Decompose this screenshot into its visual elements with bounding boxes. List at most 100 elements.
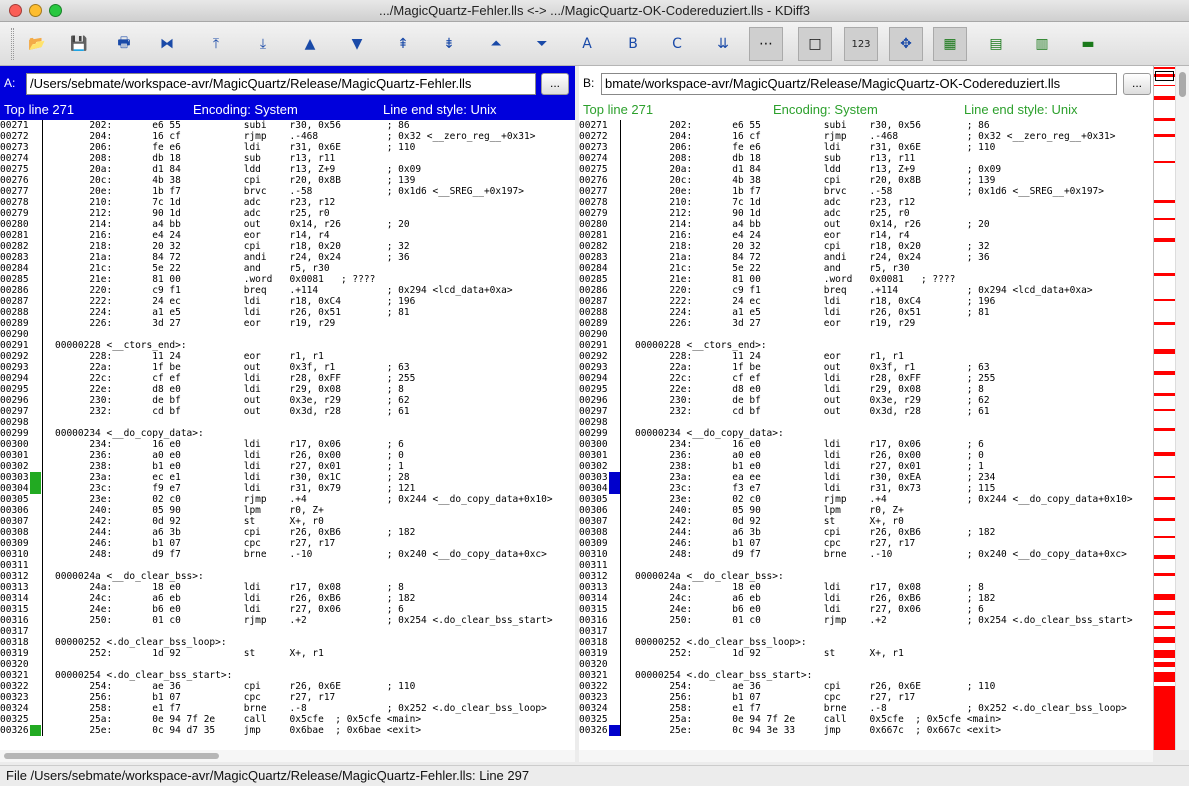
line-text: 22a: 1f be out 0x3f, r1 ; 63 (635, 362, 990, 373)
overview-diff-block (1154, 555, 1175, 559)
select-b-icon[interactable]: B (616, 27, 650, 61)
line-number: 00297 (0, 406, 29, 417)
line-text: 218: 20 32 cpi r18, 0x20 ; 32 (55, 241, 410, 252)
select-c-icon[interactable]: C (660, 27, 694, 61)
word-wrap-icon[interactable]: ✥ (889, 27, 923, 61)
line-number: 00319 (0, 648, 29, 659)
show-whitespace-chars-icon[interactable]: □ (798, 27, 832, 61)
code-line: 00295 22e: d8 e0 ldi r29, 0x08 ; 8 (579, 384, 1153, 395)
gutter-line (42, 252, 43, 263)
line-text: 240: 05 90 lpm r0, Z+ (55, 505, 324, 516)
line-number: 00275 (0, 164, 29, 175)
pane-b-browse-button[interactable]: ... (1123, 73, 1151, 95)
line-number: 00299 (579, 428, 608, 439)
diff-marker (609, 351, 620, 362)
line-number: 00316 (579, 615, 608, 626)
diff-marker (30, 186, 41, 197)
pane-b-horizontal-scrollbar[interactable] (579, 750, 1153, 762)
line-text: 236: a0 e0 ldi r26, 0x00 ; 0 (55, 450, 404, 461)
prev-conflict-icon[interactable]: ⇞ (386, 27, 420, 61)
diff-marker (30, 395, 41, 406)
minimize-window-button[interactable] (29, 4, 42, 17)
overview-diff-block (1154, 67, 1175, 69)
gutter-line (620, 549, 621, 560)
code-line: 00289 226: 3d 27 eor r19, r29 (579, 318, 1153, 329)
line-text: 23c: f3 e7 ldi r31, 0x73 ; 115 (635, 483, 996, 494)
toolbar-grip[interactable] (11, 28, 14, 60)
code-line: 00293 22a: 1f be out 0x3f, r1 ; 63 (0, 362, 575, 373)
gutter-line (42, 285, 43, 296)
line-number: 00304 (579, 483, 608, 494)
gutter-line (42, 483, 43, 494)
line-number: 00281 (579, 230, 608, 241)
pane-a-horizontal-scrollbar[interactable] (0, 750, 575, 762)
current-diff-icon[interactable]: ⧓ (150, 27, 184, 61)
gutter-line (620, 725, 621, 736)
code-line: 00287 222: 24 ec ldi r18, 0xC4 ; 196 (0, 296, 575, 307)
next-delta-icon[interactable]: ▼ (340, 27, 374, 61)
window-layout-icon[interactable]: ▦ (933, 27, 967, 61)
line-number: 00290 (0, 329, 29, 340)
overview-diff-block (1154, 96, 1175, 100)
gutter-line (620, 560, 621, 571)
line-number: 00293 (0, 362, 29, 373)
select-a-icon[interactable]: A (570, 27, 604, 61)
prev-delta-icon[interactable]: ▲ (293, 27, 327, 61)
line-number: 00307 (579, 516, 608, 527)
go-top-icon[interactable]: ⤒ (199, 27, 233, 61)
line-text: 232: cd bf out 0x3d, r28 ; 61 (635, 406, 990, 417)
line-text: 21e: 81 00 .word 0x0081 ; ???? (55, 274, 376, 285)
split-vertical-icon[interactable]: ▥ (1025, 27, 1059, 61)
go-bottom-icon[interactable]: ⤓ (246, 27, 280, 61)
split-horizontal-icon[interactable]: ▤ (979, 27, 1013, 61)
diff-marker (30, 703, 41, 714)
gutter-line (42, 538, 43, 549)
gutter-line (620, 131, 621, 142)
line-number: 00320 (0, 659, 29, 670)
save-icon[interactable]: 💾 (62, 27, 96, 61)
zoom-window-button[interactable] (49, 4, 62, 17)
vertical-scroll-thumb[interactable] (1179, 72, 1186, 97)
next-unsolved-icon[interactable]: ⏷ (525, 27, 559, 61)
pane-b-text[interactable]: 00271 202: e6 55 subi r30, 0x56 ; 86 0027… (579, 120, 1153, 750)
show-whitespace-icon[interactable]: ⋯ (749, 27, 783, 61)
diff-marker (30, 241, 41, 252)
overview-diff-block (1154, 200, 1175, 203)
print-icon[interactable]: 🖶 (107, 27, 141, 61)
code-line: 00326 25e: 0c 94 d7 35 jmp 0x6bae ; 0x6b… (0, 725, 575, 736)
line-text: 244: a6 3b cpi r26, 0xB6 ; 182 (635, 527, 996, 538)
diff-overview-bar[interactable] (1153, 66, 1175, 750)
code-line: 00308 244: a6 3b cpi r26, 0xB6 ; 182 (0, 527, 575, 538)
overview-diff-block (1154, 573, 1175, 576)
diff-marker (30, 351, 41, 362)
overview-diff-block (1154, 393, 1175, 396)
pane-a-scroll-thumb[interactable] (4, 753, 219, 759)
code-line: 00300 234: 16 e0 ldi r17, 0x06 ; 6 (0, 439, 575, 450)
auto-advance-icon[interactable]: ⇊ (706, 27, 740, 61)
line-text: 250: 01 c0 rjmp .+2 ; 0x254 <.do_clear_b… (55, 615, 553, 626)
line-text: 22e: d8 e0 ldi r29, 0x08 ; 8 (635, 384, 984, 395)
pane-b-path-input[interactable]: bmate/workspace-avr/MagicQuartz/Release/… (601, 73, 1117, 95)
diff-marker (609, 241, 620, 252)
code-line: 00286 220: c9 f1 breq .+114 ; 0x294 <lcd… (0, 285, 575, 296)
line-number: 00287 (579, 296, 608, 307)
line-number: 00320 (579, 659, 608, 670)
pane-a-path-input[interactable]: /Users/sebmate/workspace-avr/MagicQuartz… (26, 73, 536, 95)
prev-unsolved-icon[interactable]: ⏶ (479, 27, 513, 61)
pane-a-text[interactable]: 00271 202: e6 55 subi r30, 0x56 ; 86 0027… (0, 120, 575, 750)
open-icon[interactable]: 📂 (20, 27, 54, 61)
code-line: 00280 214: a4 bb out 0x14, r26 ; 20 (579, 219, 1153, 230)
close-window-button[interactable] (9, 4, 22, 17)
line-number: 00326 (579, 725, 608, 736)
pane-a-browse-button[interactable]: ... (541, 73, 569, 95)
gutter-line (42, 692, 43, 703)
line-numbers-icon[interactable]: 123 (844, 27, 878, 61)
diff-marker (30, 626, 41, 637)
overview-visible-range[interactable] (1155, 71, 1174, 81)
line-text: 00000254 <.do_clear_bss_start>: (635, 670, 813, 681)
line-number: 00310 (579, 549, 608, 560)
vertical-scrollbar[interactable] (1175, 66, 1189, 750)
next-conflict-icon[interactable]: ⇟ (432, 27, 466, 61)
overview-icon[interactable]: ▬ (1071, 27, 1105, 61)
line-number: 00325 (0, 714, 29, 725)
